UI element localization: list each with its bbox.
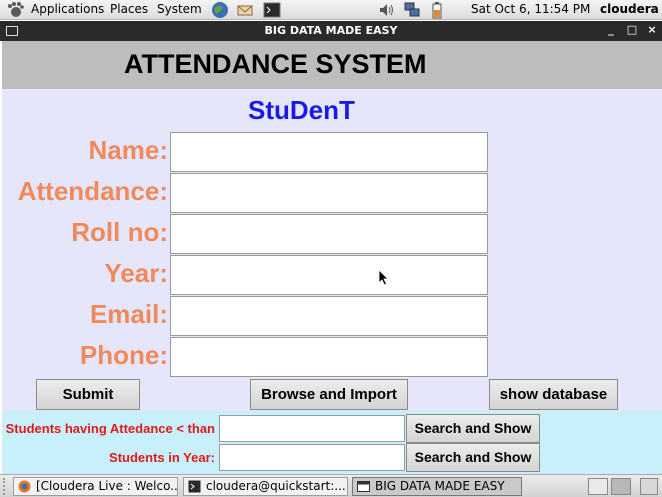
task-browser[interactable]: [Cloudera Live : Welco...	[13, 477, 178, 496]
email-label: Email:	[89, 299, 168, 329]
email-field[interactable]	[170, 296, 488, 336]
attendance-threshold-input[interactable]	[219, 415, 405, 442]
task-terminal[interactable]: cloudera@quickstart:...	[183, 477, 348, 496]
browser-launcher-icon[interactable]	[211, 1, 229, 19]
year-filter-label: Students in Year:	[109, 450, 215, 465]
menu-applications[interactable]: Applications	[31, 2, 104, 16]
search-panel: Students having Attedance < than Search …	[2, 411, 662, 474]
clock[interactable]: Sat Oct 6, 11:54 PM	[471, 2, 590, 16]
task-terminal-label: cloudera@quickstart:...	[206, 479, 346, 493]
menu-system[interactable]: System	[157, 2, 202, 16]
window-icon	[357, 481, 370, 492]
task-browser-label: [Cloudera Live : Welco...	[36, 479, 178, 493]
year-filter-input[interactable]	[219, 444, 405, 471]
workspace-1-button[interactable]	[588, 478, 608, 495]
year-field[interactable]	[170, 255, 488, 295]
close-icon[interactable]: ×	[645, 23, 659, 37]
mouse-cursor-icon	[378, 269, 389, 286]
window-title: BIG DATA MADE EASY	[264, 24, 398, 37]
minimize-icon[interactable]: _	[604, 23, 618, 37]
app-header: ATTENDANCE SYSTEM	[2, 41, 662, 89]
search-year-button[interactable]: Search and Show	[406, 443, 540, 472]
firefox-icon	[18, 480, 31, 493]
submit-button[interactable]: Submit	[36, 379, 140, 410]
search-attendance-button[interactable]: Search and Show	[406, 414, 540, 443]
workspace-2-button[interactable]	[611, 478, 631, 495]
menu-places[interactable]: Places	[110, 2, 148, 16]
name-field[interactable]	[170, 132, 488, 172]
terminal-launcher-icon[interactable]	[263, 1, 281, 19]
task-app-window-label: BIG DATA MADE EASY	[375, 479, 505, 493]
maximize-icon[interactable]: □	[625, 23, 639, 37]
phone-label: Phone:	[79, 340, 168, 370]
network-icon[interactable]	[403, 1, 421, 19]
attendance-label: Attendance:	[17, 176, 168, 206]
top-panel: Applications Places System Sat Oct 6, 11…	[0, 0, 662, 20]
form-subtitle: StuDenT	[248, 95, 355, 125]
year-label: Year:	[104, 258, 168, 288]
task-app-window[interactable]: BIG DATA MADE EASY	[352, 477, 522, 496]
taskbar-handle[interactable]	[3, 478, 11, 495]
terminal-icon	[188, 480, 201, 493]
page-title: ATTENDANCE SYSTEM	[124, 49, 427, 79]
roll-no-label: Roll no:	[71, 217, 168, 247]
browse-import-button[interactable]: Browse and Import	[250, 379, 408, 410]
attendance-threshold-label: Students having Attedance < than	[5, 421, 215, 436]
attendance-field[interactable]	[170, 173, 488, 213]
name-label: Name:	[88, 135, 168, 165]
user-name[interactable]: cloudera	[600, 2, 659, 16]
show-database-button[interactable]: show database	[489, 379, 618, 410]
taskbar: [Cloudera Live : Welco... cloudera@quick…	[0, 474, 662, 497]
battery-icon[interactable]	[428, 1, 446, 19]
gnome-foot-icon[interactable]	[6, 2, 24, 18]
volume-icon[interactable]	[378, 1, 396, 19]
phone-field[interactable]	[170, 337, 488, 377]
student-form: StuDenT Name: Attendance: Roll no: Year:…	[2, 89, 662, 411]
show-desktop-button[interactable]	[640, 478, 658, 495]
roll-no-field[interactable]	[170, 214, 488, 254]
email-launcher-icon[interactable]	[236, 1, 254, 19]
window-titlebar[interactable]: BIG DATA MADE EASY _ □ ×	[0, 21, 662, 41]
